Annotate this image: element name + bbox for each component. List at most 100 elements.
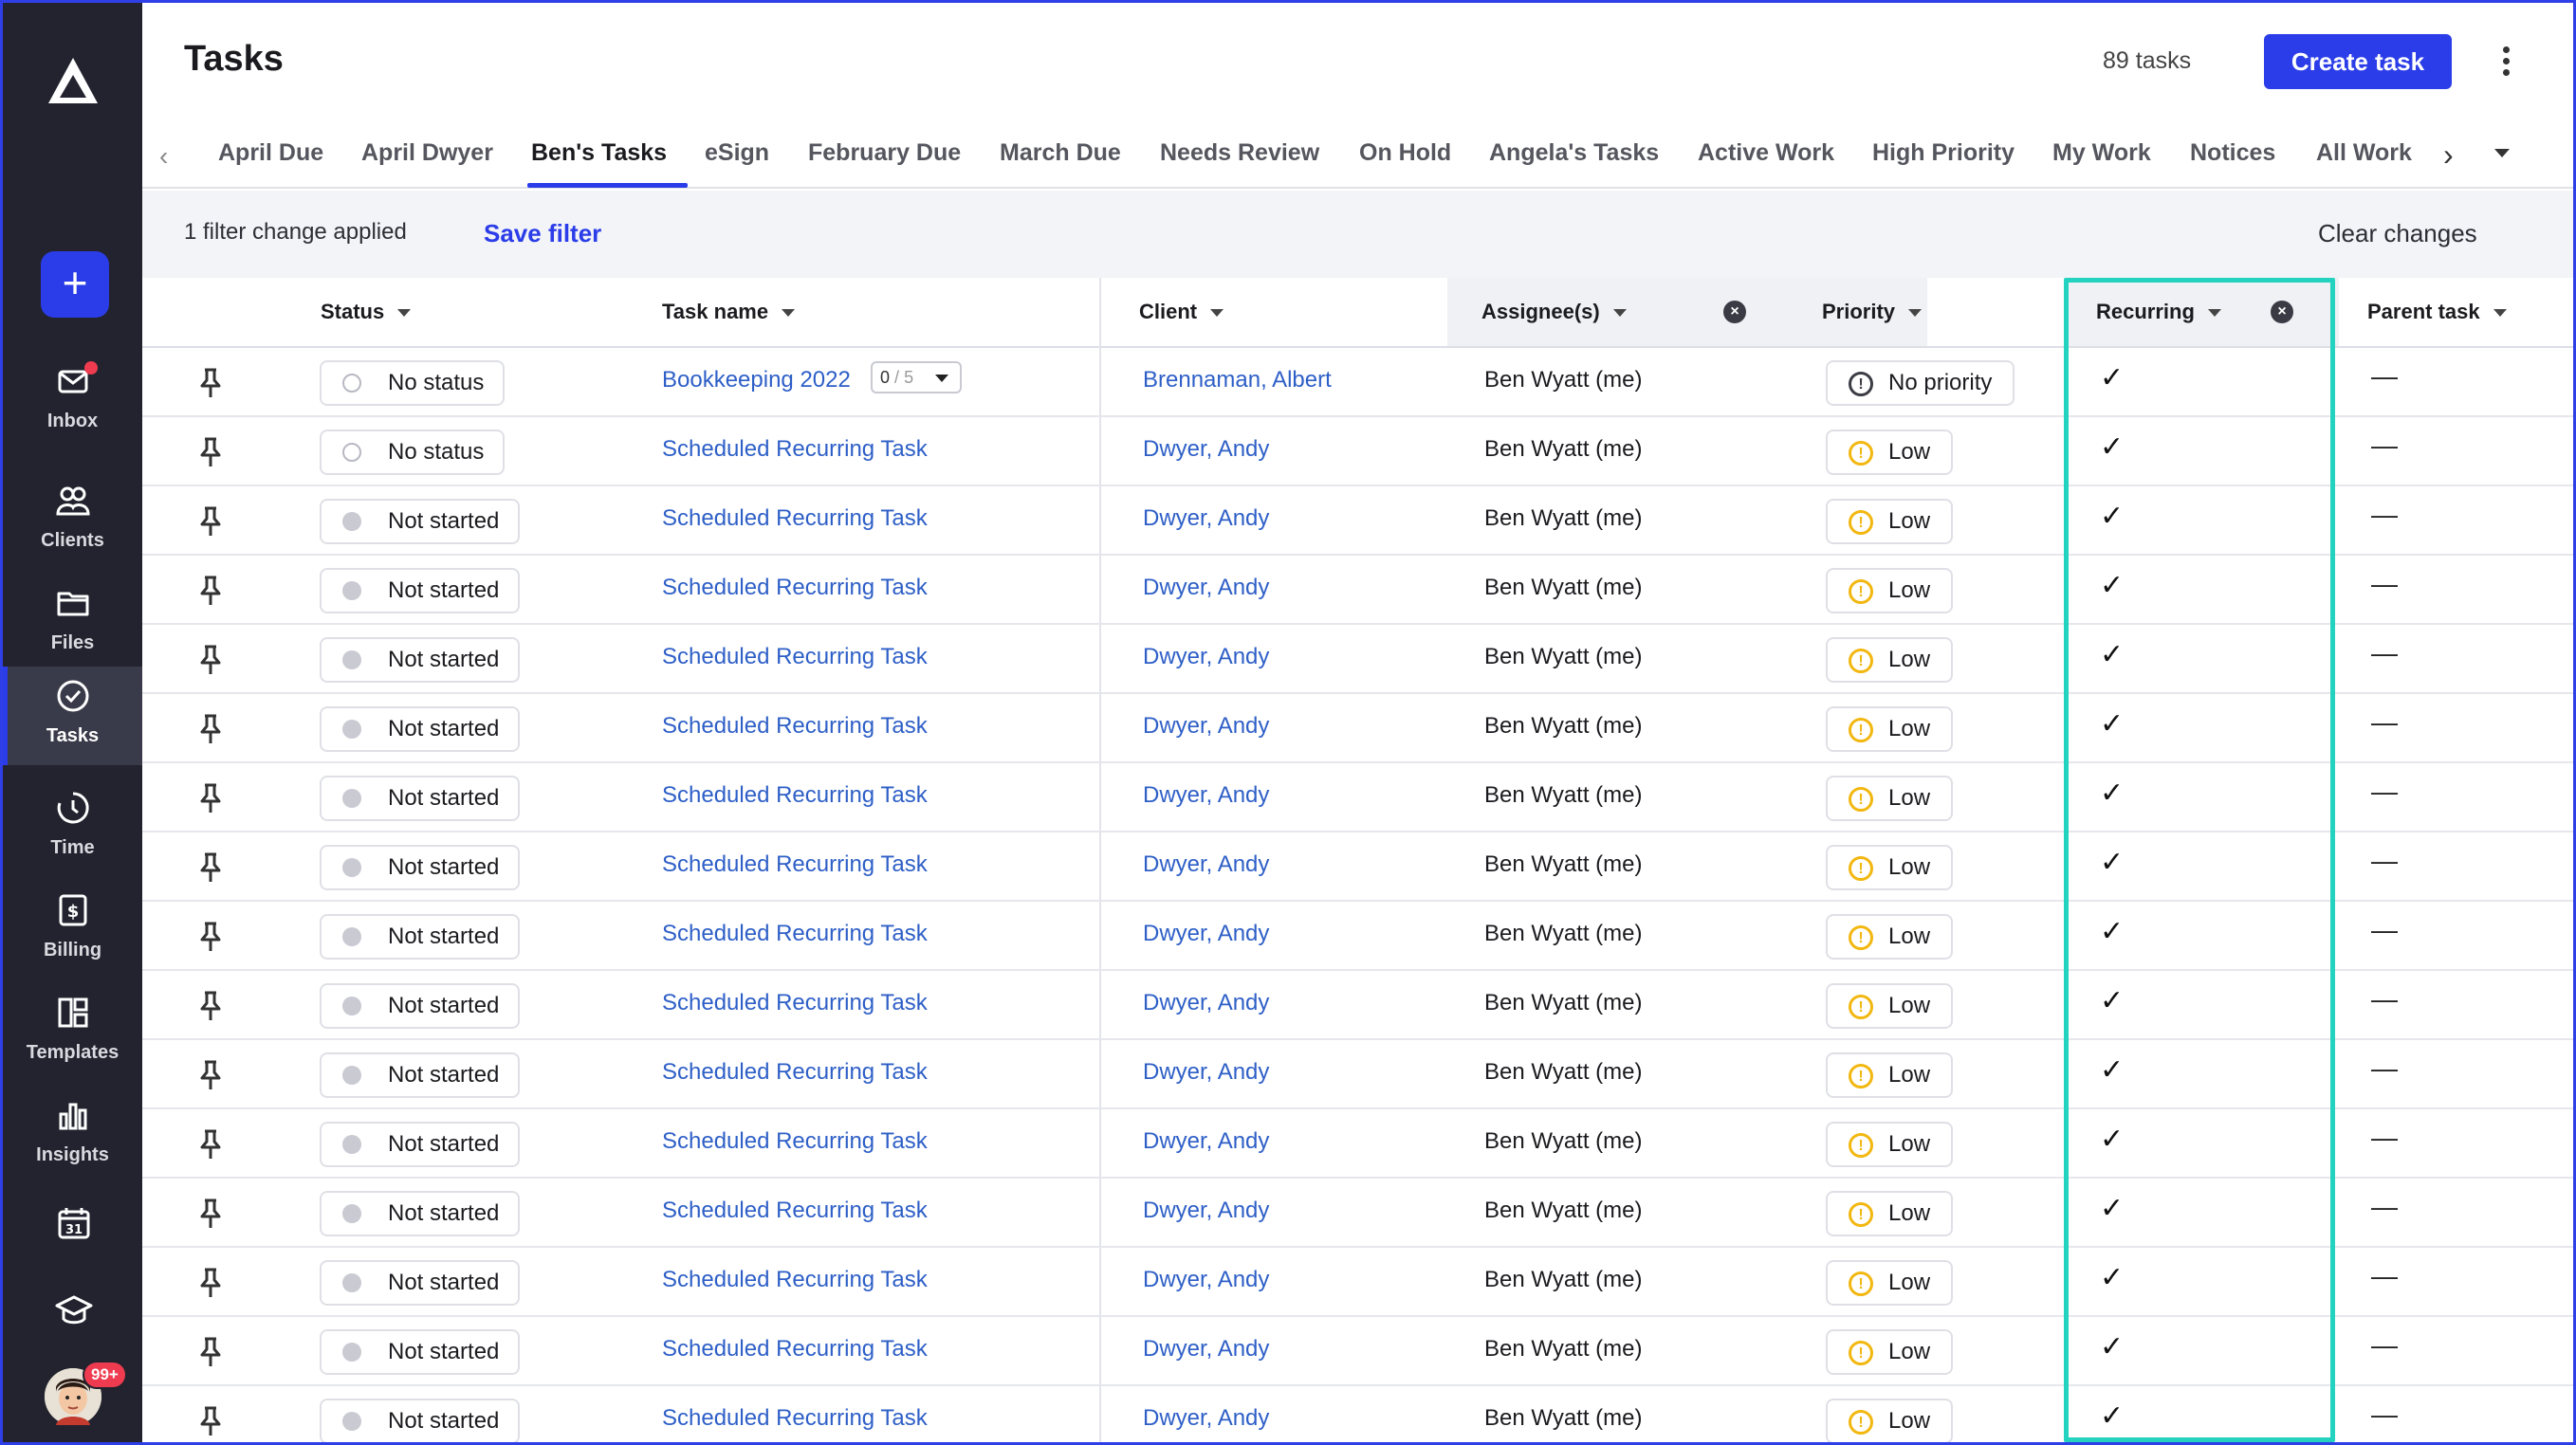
clear-column-filter-icon[interactable]: × xyxy=(1723,301,1746,323)
table-row[interactable]: Not started Scheduled Recurring Task Dwyer… xyxy=(142,1386,2573,1442)
task-name-link[interactable]: Scheduled Recurring Task xyxy=(662,921,928,947)
assignee-name[interactable]: Ben Wyatt (me) xyxy=(1484,782,1643,809)
priority-pill[interactable]: ! Low xyxy=(1826,568,1954,613)
tab-april-due[interactable]: April Due xyxy=(218,139,323,167)
pin-icon[interactable] xyxy=(197,1128,224,1161)
table-row[interactable]: Not started Scheduled Recurring Task Dwyer… xyxy=(142,1317,2573,1386)
save-filter-link[interactable]: Save filter xyxy=(484,219,601,248)
client-link[interactable]: Dwyer, Andy xyxy=(1143,1059,1269,1086)
table-row[interactable]: Not started Scheduled Recurring Task Dwyer… xyxy=(142,556,2573,625)
assignee-name[interactable]: Ben Wyatt (me) xyxy=(1484,1128,1643,1155)
assignee-name[interactable]: Ben Wyatt (me) xyxy=(1484,367,1643,393)
table-row[interactable]: Not started Scheduled Recurring Task Dwyer… xyxy=(142,1040,2573,1109)
task-name-link[interactable]: Scheduled Recurring Task xyxy=(662,644,928,670)
client-link[interactable]: Dwyer, Andy xyxy=(1143,436,1269,463)
client-link[interactable]: Dwyer, Andy xyxy=(1143,1267,1269,1293)
chevron-left-icon[interactable]: ‹ xyxy=(159,141,168,172)
calendar-icon[interactable]: 31 xyxy=(56,1205,92,1241)
priority-pill[interactable]: ! Low xyxy=(1826,914,1954,960)
task-name-link[interactable]: Scheduled Recurring Task xyxy=(662,575,928,601)
client-link[interactable]: Dwyer, Andy xyxy=(1143,782,1269,809)
tab-needs-review[interactable]: Needs Review xyxy=(1160,139,1319,167)
pin-icon[interactable] xyxy=(197,782,224,814)
priority-pill[interactable]: ! Low xyxy=(1826,1122,1954,1167)
clear-column-filter-icon[interactable]: × xyxy=(2271,301,2293,323)
assignee-name[interactable]: Ben Wyatt (me) xyxy=(1484,990,1643,1016)
column-header-task-name[interactable]: Task name xyxy=(662,278,796,346)
pin-icon[interactable] xyxy=(197,1198,224,1230)
tab-march-due[interactable]: March Due xyxy=(1000,139,1121,167)
status-pill[interactable]: Not started xyxy=(320,776,521,821)
tab-bens-tasks[interactable]: Ben's Tasks xyxy=(526,139,689,188)
sidebar-item-templates[interactable]: Templates xyxy=(3,983,142,1082)
status-pill[interactable]: Not started xyxy=(320,1260,521,1306)
column-header-status[interactable]: Status xyxy=(321,278,412,346)
status-pill[interactable]: Not started xyxy=(320,1329,521,1375)
client-link[interactable]: Dwyer, Andy xyxy=(1143,990,1269,1016)
pin-icon[interactable] xyxy=(197,1267,224,1299)
assignee-name[interactable]: Ben Wyatt (me) xyxy=(1484,851,1643,878)
client-link[interactable]: Dwyer, Andy xyxy=(1143,644,1269,670)
tabs-dropdown-icon[interactable] xyxy=(2494,149,2510,157)
table-row[interactable]: Not started Scheduled Recurring Task Dwyer… xyxy=(142,971,2573,1040)
task-name-link[interactable]: Scheduled Recurring Task xyxy=(662,782,928,809)
sidebar-item-tasks[interactable]: Tasks xyxy=(3,667,142,765)
pin-icon[interactable] xyxy=(197,1336,224,1368)
column-header-recurring[interactable]: Recurring xyxy=(2096,278,2221,346)
sidebar-item-time[interactable]: Time xyxy=(3,778,142,877)
assignee-name[interactable]: Ben Wyatt (me) xyxy=(1484,575,1643,601)
tab-active-work[interactable]: Active Work xyxy=(1698,139,1834,167)
status-pill[interactable]: Not started xyxy=(320,706,521,752)
chevron-right-icon[interactable]: › xyxy=(2443,137,2454,173)
priority-pill[interactable]: ! Low xyxy=(1826,845,1954,890)
sidebar-item-billing[interactable]: $ Billing xyxy=(3,881,142,979)
tab-all-work[interactable]: All Work xyxy=(2316,139,2412,167)
priority-pill[interactable]: ! Low xyxy=(1826,637,1954,683)
status-pill[interactable]: Not started xyxy=(320,568,521,613)
sidebar-item-files[interactable]: Files xyxy=(3,574,142,672)
client-link[interactable]: Brennaman, Albert xyxy=(1143,367,1332,393)
tab-april-dwyer[interactable]: April Dwyer xyxy=(361,139,493,167)
pin-icon[interactable] xyxy=(197,436,224,468)
status-pill[interactable]: Not started xyxy=(320,845,521,890)
status-pill[interactable]: Not started xyxy=(320,1399,521,1442)
task-name-link[interactable]: Bookkeeping 2022 xyxy=(662,367,851,393)
client-link[interactable]: Dwyer, Andy xyxy=(1143,851,1269,878)
status-pill[interactable]: Not started xyxy=(320,1052,521,1098)
status-pill[interactable]: Not started xyxy=(320,1122,521,1167)
assignee-name[interactable]: Ben Wyatt (me) xyxy=(1484,1405,1643,1432)
task-name-link[interactable]: Scheduled Recurring Task xyxy=(662,436,928,463)
priority-pill[interactable]: ! Low xyxy=(1826,1191,1954,1236)
task-name-link[interactable]: Scheduled Recurring Task xyxy=(662,851,928,878)
assignee-name[interactable]: Ben Wyatt (me) xyxy=(1484,1336,1643,1363)
tab-esign[interactable]: eSign xyxy=(705,139,769,167)
tab-february-due[interactable]: February Due xyxy=(808,139,961,167)
task-name-link[interactable]: Scheduled Recurring Task xyxy=(662,1059,928,1086)
assignee-name[interactable]: Ben Wyatt (me) xyxy=(1484,1059,1643,1086)
column-header-priority[interactable]: Priority xyxy=(1822,278,1923,346)
client-link[interactable]: Dwyer, Andy xyxy=(1143,921,1269,947)
column-header-client[interactable]: Client xyxy=(1139,278,1224,346)
priority-pill[interactable]: ! Low xyxy=(1826,983,1954,1029)
more-options-icon[interactable] xyxy=(2492,43,2520,81)
client-link[interactable]: Dwyer, Andy xyxy=(1143,1405,1269,1432)
table-row[interactable]: Not started Scheduled Recurring Task Dwyer… xyxy=(142,1179,2573,1248)
table-row[interactable]: Not started Scheduled Recurring Task Dwyer… xyxy=(142,763,2573,832)
assignee-name[interactable]: Ben Wyatt (me) xyxy=(1484,1198,1643,1224)
academy-cap-icon[interactable] xyxy=(54,1292,94,1330)
task-name-link[interactable]: Scheduled Recurring Task xyxy=(662,1267,928,1293)
pin-icon[interactable] xyxy=(197,1059,224,1091)
task-name-link[interactable]: Scheduled Recurring Task xyxy=(662,1128,928,1155)
client-link[interactable]: Dwyer, Andy xyxy=(1143,575,1269,601)
priority-pill[interactable]: ! Low xyxy=(1826,430,1954,475)
client-link[interactable]: Dwyer, Andy xyxy=(1143,1198,1269,1224)
status-pill[interactable]: Not started xyxy=(320,1191,521,1236)
table-row[interactable]: Not started Scheduled Recurring Task Dwyer… xyxy=(142,832,2573,902)
task-name-link[interactable]: Scheduled Recurring Task xyxy=(662,990,928,1016)
assignee-name[interactable]: Ben Wyatt (me) xyxy=(1484,505,1643,532)
pin-icon[interactable] xyxy=(197,575,224,607)
priority-pill[interactable]: ! Low xyxy=(1826,1399,1954,1442)
tab-high-priority[interactable]: High Priority xyxy=(1872,139,2015,167)
table-row[interactable]: No status Bookkeeping 2022 0 / 5 Brennaman,… xyxy=(142,348,2573,417)
create-task-button[interactable]: Create task xyxy=(2264,34,2452,89)
